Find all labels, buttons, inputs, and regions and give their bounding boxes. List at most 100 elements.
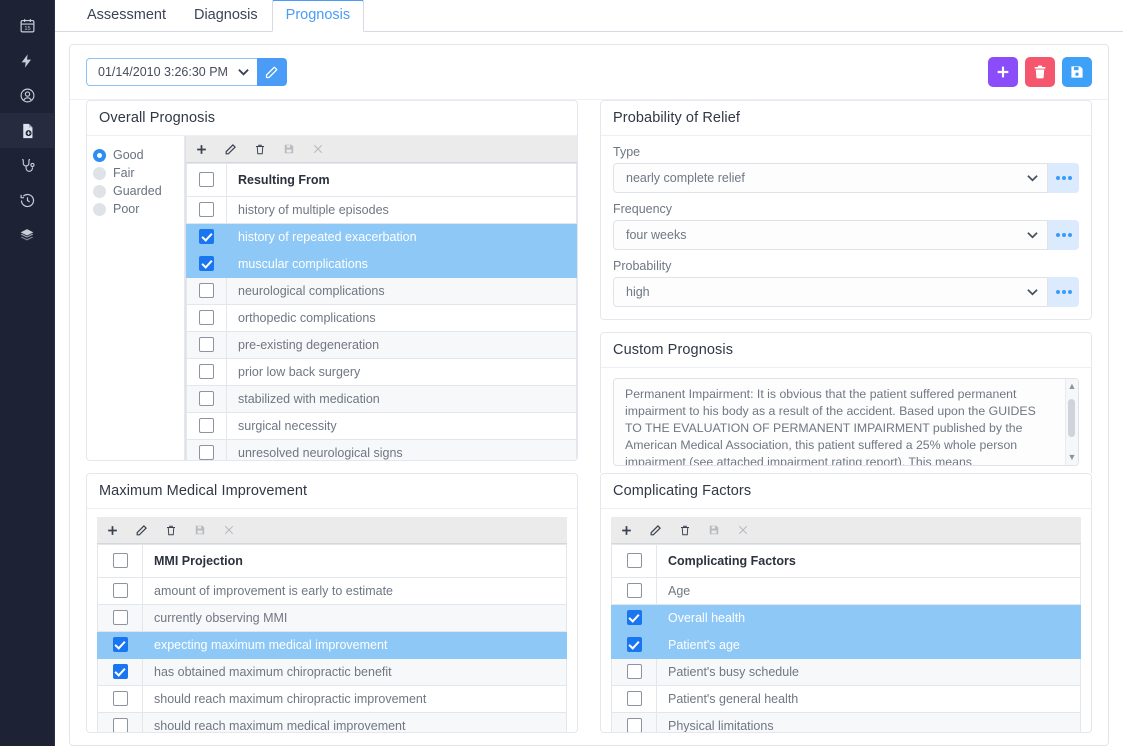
row-checkbox[interactable] (626, 583, 642, 599)
tab-assessment[interactable]: Assessment (73, 0, 180, 31)
row-checkbox[interactable] (626, 718, 642, 732)
table-cancel-button[interactable] (221, 523, 236, 538)
sidebar-item-notes[interactable] (0, 113, 55, 148)
table-row[interactable]: Physical limitations (611, 712, 1081, 732)
sidebar-item-exam[interactable] (0, 148, 55, 183)
radio-good[interactable]: Good (93, 146, 184, 164)
table-edit-button[interactable] (134, 523, 149, 538)
table-row[interactable]: neurological complications (186, 277, 577, 305)
overall-prognosis-table: Resulting From history of multiple episo… (186, 163, 577, 460)
table-edit-button[interactable] (648, 523, 663, 538)
table-row[interactable]: pre-existing degeneration (186, 331, 577, 359)
row-checkbox[interactable] (199, 202, 214, 218)
add-record-button[interactable] (988, 57, 1018, 87)
row-checkbox[interactable] (199, 445, 214, 460)
frequency-more-button[interactable] (1048, 220, 1079, 250)
table-row[interactable]: should reach maximum medical improvement (97, 712, 567, 732)
mmi-scroll[interactable]: MMI Projection amount of improvement is … (97, 544, 567, 732)
radio-guarded[interactable]: Guarded (93, 182, 184, 200)
scroll-down-icon[interactable]: ▼ (1068, 453, 1077, 462)
table-row[interactable]: muscular complications (186, 250, 577, 278)
row-checkbox[interactable] (626, 691, 642, 707)
save-record-button[interactable] (1062, 57, 1092, 87)
sidebar-item-quick-actions[interactable] (0, 43, 55, 78)
table-row[interactable]: should reach maximum chiropractic improv… (97, 685, 567, 713)
scroll-up-icon[interactable]: ▲ (1068, 382, 1077, 391)
table-row[interactable]: stabilized with medication (186, 385, 577, 413)
row-checkbox[interactable] (199, 364, 214, 380)
ellipsis-icon (1061, 290, 1066, 294)
row-checkbox-cell (611, 712, 657, 732)
select-all-checkbox[interactable] (112, 553, 128, 569)
sidebar-item-patient[interactable] (0, 78, 55, 113)
sidebar-item-calendar[interactable]: 15 (0, 8, 55, 43)
row-checkbox[interactable] (112, 664, 128, 680)
type-more-button[interactable] (1048, 163, 1079, 193)
row-checkbox[interactable] (199, 310, 214, 326)
table-row[interactable]: currently observing MMI (97, 604, 567, 632)
row-checkbox[interactable] (112, 691, 128, 707)
probability-select[interactable]: high (613, 277, 1048, 307)
row-label: Age (656, 577, 1081, 605)
row-checkbox[interactable] (626, 610, 642, 626)
row-checkbox[interactable] (199, 337, 214, 353)
table-row[interactable]: history of repeated exacerbation (186, 223, 577, 251)
table-row[interactable]: orthopedic complications (186, 304, 577, 332)
row-label: prior low back surgery (226, 358, 577, 386)
row-checkbox[interactable] (199, 229, 214, 245)
table-row[interactable]: history of multiple episodes (186, 196, 577, 224)
row-checkbox[interactable] (112, 718, 128, 732)
table-row[interactable]: surgical necessity (186, 412, 577, 440)
row-checkbox[interactable] (112, 610, 128, 626)
scrollbar-thumb[interactable] (1068, 399, 1075, 437)
table-row[interactable]: has obtained maximum chiropractic benefi… (97, 658, 567, 686)
table-cancel-button[interactable] (310, 142, 325, 157)
sidebar-item-history[interactable] (0, 183, 55, 218)
table-row[interactable]: prior low back surgery (186, 358, 577, 386)
row-checkbox[interactable] (199, 256, 214, 272)
table-delete-button[interactable] (252, 142, 267, 157)
row-checkbox[interactable] (199, 283, 214, 299)
table-save-button[interactable] (192, 523, 207, 538)
radio-poor[interactable]: Poor (93, 200, 184, 218)
table-delete-button[interactable] (677, 523, 692, 538)
row-checkbox[interactable] (199, 418, 214, 434)
type-select[interactable]: nearly complete relief (613, 163, 1048, 193)
complicating-factors-scroll[interactable]: Complicating Factors Age Overall health Pa… (611, 544, 1081, 732)
table-save-button[interactable] (281, 142, 296, 157)
table-add-button[interactable] (194, 142, 209, 157)
delete-record-button[interactable] (1025, 57, 1055, 87)
table-save-button[interactable] (706, 523, 721, 538)
table-delete-button[interactable] (163, 523, 178, 538)
tab-diagnosis[interactable]: Diagnosis (180, 0, 272, 31)
select-all-checkbox[interactable] (199, 172, 214, 188)
table-row[interactable]: Patient's busy schedule (611, 658, 1081, 686)
row-checkbox[interactable] (112, 583, 128, 599)
table-row[interactable]: amount of improvement is early to estima… (97, 577, 567, 605)
edit-record-button[interactable] (256, 58, 287, 86)
table-row[interactable]: Overall health (611, 604, 1081, 632)
probability-more-button[interactable] (1048, 277, 1079, 307)
table-add-button[interactable] (105, 523, 120, 538)
table-add-button[interactable] (619, 523, 634, 538)
chevron-down-icon (1027, 171, 1038, 185)
custom-prognosis-textarea[interactable]: Permanent Impairment: It is obvious that… (613, 378, 1079, 466)
select-all-checkbox[interactable] (626, 553, 642, 569)
overall-prognosis-scroll[interactable]: Resulting From history of multiple episo… (186, 163, 577, 460)
radio-fair[interactable]: Fair (93, 164, 184, 182)
table-row[interactable]: Patient's age (611, 631, 1081, 659)
sidebar-item-records[interactable] (0, 218, 55, 253)
table-row[interactable]: expecting maximum medical improvement (97, 631, 567, 659)
table-row[interactable]: Patient's general health (611, 685, 1081, 713)
row-checkbox[interactable] (626, 637, 642, 653)
table-row[interactable]: unresolved neurological signs (186, 439, 577, 460)
row-checkbox[interactable] (112, 637, 128, 653)
table-edit-button[interactable] (223, 142, 238, 157)
row-checkbox[interactable] (626, 664, 642, 680)
record-date-select[interactable]: 01/14/2010 3:26:30 PM (86, 58, 257, 86)
table-row[interactable]: Age (611, 577, 1081, 605)
table-cancel-button[interactable] (735, 523, 750, 538)
frequency-select[interactable]: four weeks (613, 220, 1048, 250)
row-checkbox[interactable] (199, 391, 214, 407)
tab-prognosis[interactable]: Prognosis (271, 0, 365, 32)
